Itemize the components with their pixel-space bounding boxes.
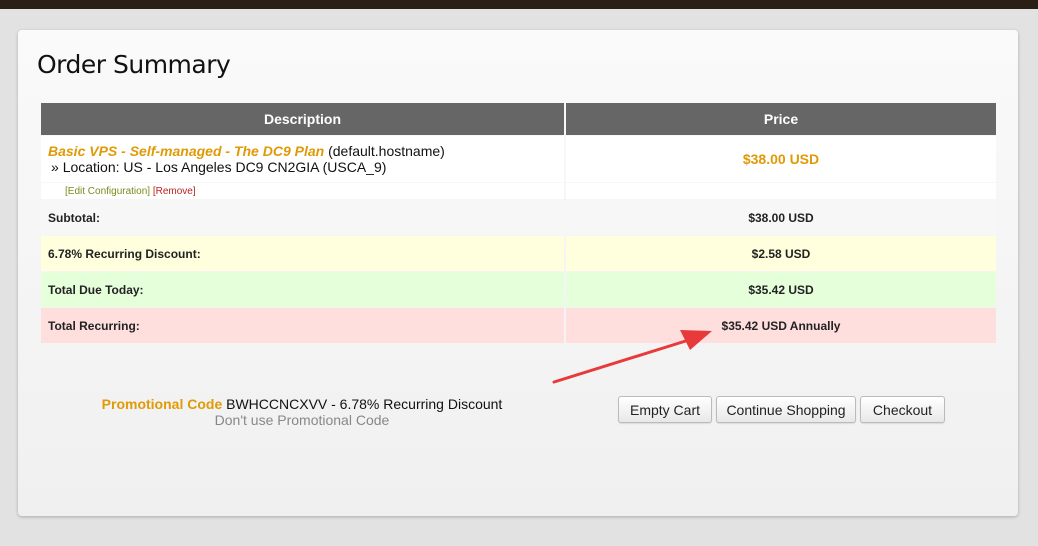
remove-promo-code-link[interactable]: Don't use Promotional Code (58, 412, 546, 428)
cart-item-description: Basic VPS - Self-managed - The DC9 Plan … (41, 136, 564, 182)
promo-code-line: Promotional Code BWHCCNCXVV - 6.78% Recu… (58, 396, 546, 412)
cart-item-actions: [Edit Configuration] [Remove] (41, 183, 564, 199)
promo-code-section: Promotional Code BWHCCNCXVV - 6.78% Recu… (58, 396, 546, 428)
product-name: Basic VPS - Self-managed - The DC9 Plan (48, 143, 325, 159)
cart-item-row: Basic VPS - Self-managed - The DC9 Plan … (41, 136, 996, 182)
promo-code-value: BWHCCNCXVV - 6.78% Recurring Discount (226, 396, 503, 412)
checkout-button[interactable]: Checkout (860, 396, 945, 423)
table-header-row: Description Price (41, 103, 996, 135)
subtotal-label: Subtotal: (41, 200, 564, 235)
cart-item-actions-spacer (566, 183, 996, 199)
discount-row: 6.78% Recurring Discount: $2.58 USD (41, 236, 996, 271)
cart-item-actions-row: [Edit Configuration] [Remove] (41, 183, 996, 199)
page-title: Order Summary (37, 50, 231, 79)
discount-value: $2.58 USD (566, 236, 996, 271)
subtotal-row: Subtotal: $38.00 USD (41, 200, 996, 235)
total-recurring-label: Total Recurring: (41, 308, 564, 343)
location-bullet: » (51, 159, 59, 175)
column-header-price: Price (566, 103, 996, 135)
discount-label: 6.78% Recurring Discount: (41, 236, 564, 271)
continue-shopping-button[interactable]: Continue Shopping (716, 396, 856, 423)
column-header-description: Description (41, 103, 564, 135)
remove-item-link[interactable]: [Remove] (153, 186, 196, 197)
edit-configuration-link[interactable]: [Edit Configuration] (65, 186, 150, 197)
order-summary-panel: Order Summary Description Price Basic VP… (18, 30, 1018, 516)
promo-code-label: Promotional Code (101, 396, 223, 412)
subtotal-value: $38.00 USD (566, 200, 996, 235)
total-due-today-label: Total Due Today: (41, 272, 564, 307)
empty-cart-button[interactable]: Empty Cart (618, 396, 712, 423)
total-recurring-value: $35.42 USD Annually (566, 308, 996, 343)
product-hostname: (default.hostname) (328, 143, 445, 159)
total-due-today-value: $35.42 USD (566, 272, 996, 307)
top-bar (0, 0, 1038, 9)
cart-item-price: $38.00 USD (566, 136, 996, 182)
cart-table: Description Price Basic VPS - Self-manag… (39, 102, 998, 344)
total-due-today-row: Total Due Today: $35.42 USD (41, 272, 996, 307)
product-location: Location: US - Los Angeles DC9 CN2GIA (U… (62, 159, 387, 175)
total-recurring-row: Total Recurring: $35.42 USD Annually (41, 308, 996, 343)
